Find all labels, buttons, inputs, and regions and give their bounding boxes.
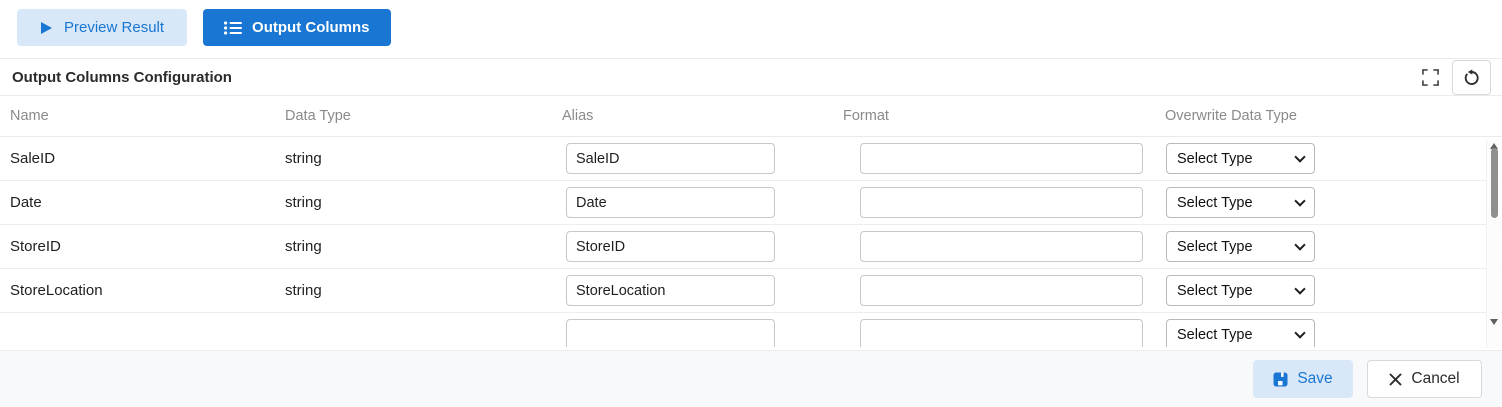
format-input[interactable] bbox=[860, 187, 1143, 218]
table-header-row: Name Data Type Alias Format Overwrite Da… bbox=[0, 96, 1502, 137]
overwrite-type-select[interactable]: Select Type bbox=[1166, 319, 1315, 347]
overwrite-type-select[interactable]: Select Type bbox=[1166, 143, 1315, 174]
panel-header: Output Columns Configuration bbox=[0, 59, 1502, 96]
table-row: Date string Select Type bbox=[0, 181, 1502, 225]
format-input[interactable] bbox=[860, 319, 1143, 347]
data-type-cell: string bbox=[285, 194, 322, 211]
overwrite-type-select-wrap: Select Type bbox=[1166, 143, 1315, 174]
reset-icon bbox=[1463, 68, 1480, 86]
column-header-overwrite-data-type: Overwrite Data Type bbox=[1165, 108, 1297, 124]
overwrite-type-select-wrap: Select Type bbox=[1166, 319, 1315, 347]
name-cell: SaleID bbox=[10, 150, 56, 167]
column-header-alias: Alias bbox=[562, 108, 594, 124]
scrollbar-thumb[interactable] bbox=[1491, 148, 1498, 218]
preview-result-label: Preview Result bbox=[64, 19, 165, 36]
column-header-format: Format bbox=[843, 108, 889, 124]
overwrite-type-select[interactable]: Select Type bbox=[1166, 231, 1315, 262]
alias-input[interactable] bbox=[566, 275, 775, 306]
preview-result-button[interactable]: Preview Result bbox=[17, 9, 188, 46]
output-columns-label: Output Columns bbox=[252, 19, 370, 36]
scroll-down-arrow-icon[interactable] bbox=[1490, 319, 1498, 325]
table-row: StoreID string Select Type bbox=[0, 225, 1502, 269]
fullscreen-icon bbox=[1421, 68, 1439, 86]
table-row: StoreLocation string Select Type bbox=[0, 269, 1502, 313]
close-icon bbox=[1389, 373, 1402, 386]
fullscreen-button[interactable] bbox=[1417, 64, 1443, 90]
overwrite-type-select[interactable]: Select Type bbox=[1166, 187, 1315, 218]
format-input[interactable] bbox=[860, 231, 1143, 262]
name-cell: Date bbox=[10, 194, 42, 211]
format-input[interactable] bbox=[860, 143, 1143, 174]
output-columns-button[interactable]: Output Columns bbox=[203, 9, 391, 46]
data-type-cell: string bbox=[285, 238, 322, 255]
column-header-data-type: Data Type bbox=[285, 108, 351, 124]
table-row: Select Type bbox=[0, 313, 1502, 347]
cancel-button[interactable]: Cancel bbox=[1367, 360, 1482, 398]
alias-input[interactable] bbox=[566, 187, 775, 218]
play-icon bbox=[40, 21, 53, 35]
save-icon bbox=[1273, 372, 1288, 387]
name-cell: StoreLocation bbox=[10, 282, 103, 299]
overwrite-type-select-wrap: Select Type bbox=[1166, 231, 1315, 262]
alias-input[interactable] bbox=[566, 319, 775, 347]
overwrite-type-select[interactable]: Select Type bbox=[1166, 275, 1315, 306]
data-type-cell: string bbox=[285, 282, 322, 299]
vertical-scrollbar[interactable] bbox=[1486, 139, 1501, 348]
alias-input[interactable] bbox=[566, 231, 775, 262]
table-row: SaleID string Select Type bbox=[0, 137, 1502, 181]
toolbar: Preview Result Output Columns bbox=[0, 0, 1502, 58]
data-type-cell: string bbox=[285, 150, 322, 167]
overwrite-type-select-wrap: Select Type bbox=[1166, 275, 1315, 306]
overwrite-type-select-wrap: Select Type bbox=[1166, 187, 1315, 218]
panel-actions bbox=[1417, 59, 1491, 95]
footer-bar: Save Cancel bbox=[0, 350, 1502, 407]
panel-title: Output Columns Configuration bbox=[12, 68, 232, 86]
format-input[interactable] bbox=[860, 275, 1143, 306]
list-icon bbox=[224, 20, 243, 35]
reset-button[interactable] bbox=[1452, 59, 1491, 95]
column-header-name: Name bbox=[10, 108, 49, 124]
table-body: SaleID string Select Type Date string Se… bbox=[0, 137, 1502, 347]
alias-input[interactable] bbox=[566, 143, 775, 174]
save-label: Save bbox=[1297, 370, 1333, 387]
name-cell: StoreID bbox=[10, 238, 61, 255]
cancel-label: Cancel bbox=[1411, 370, 1460, 387]
output-columns-panel: Output Columns Configuration Name Data T… bbox=[0, 58, 1502, 347]
save-button[interactable]: Save bbox=[1253, 360, 1353, 398]
